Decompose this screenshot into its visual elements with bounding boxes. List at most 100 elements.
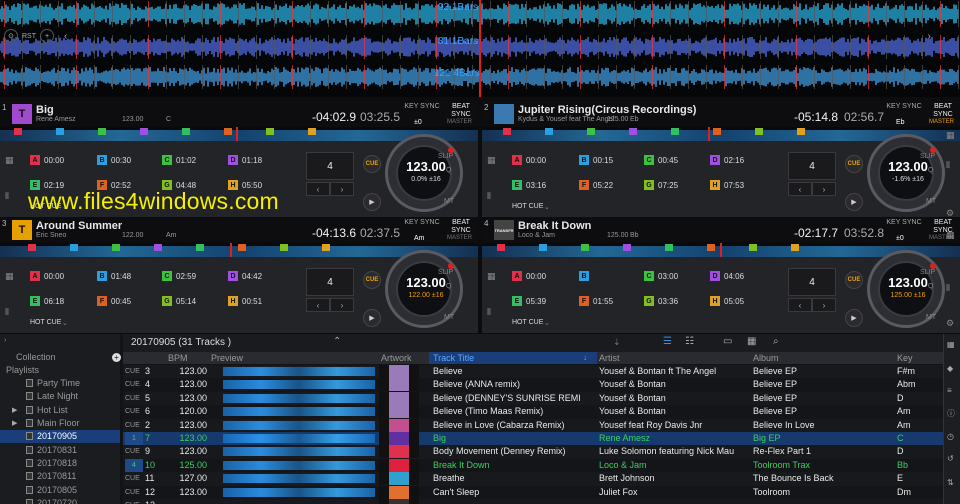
track-preview-waveform[interactable]: [223, 407, 375, 417]
bars-icon[interactable]: ⦀: [487, 307, 491, 318]
master-button[interactable]: MASTER: [929, 119, 954, 125]
beat-jump-buttons[interactable]: ‹ ›: [788, 298, 836, 312]
jump-back-icon[interactable]: ‹: [306, 182, 330, 196]
hot-cue-pad-a[interactable]: A 00:00: [512, 269, 576, 283]
hot-cue-pad-d[interactable]: D 04:06: [710, 269, 774, 283]
download-icon[interactable]: ⇣: [613, 337, 621, 348]
grid-icon[interactable]: ▦: [5, 155, 14, 166]
zoom-icon[interactable]: ⊙: [4, 29, 18, 43]
beat-jump-size[interactable]: 4: [306, 152, 354, 180]
table-row[interactable]: CUE 12 123.00 Can't Sleep Juliet Fox Too…: [123, 485, 943, 499]
cue-button[interactable]: CUE: [845, 271, 863, 289]
quantize-button[interactable]: Q: [928, 283, 933, 290]
col-bpm[interactable]: BPM: [168, 352, 188, 364]
slip-button[interactable]: SLIP: [920, 153, 935, 160]
hot-cue-pad-h[interactable]: H 00:51: [228, 294, 292, 308]
waveform-display[interactable]: 93.1Bars 81.1Bars 121.4Bars ⊙ RST + ‹ › …: [0, 0, 960, 97]
slip-button[interactable]: SLIP: [438, 153, 453, 160]
beat-sync-button[interactable]: BEAT SYNC: [929, 103, 957, 119]
tree-item-hot-list[interactable]: ▶ Hot List: [0, 403, 120, 416]
panel-view-icon[interactable]: ▭: [723, 336, 732, 347]
chevron-left-icon[interactable]: ‹: [64, 31, 67, 42]
chevron-down-icon[interactable]: ⌄: [62, 319, 68, 327]
chevron-down-icon[interactable]: ⌄: [544, 319, 550, 327]
info-icon[interactable]: ⓘ: [947, 408, 955, 419]
table-row[interactable]: CUE 4 123.00 Believe (ANNA remix) Yousef…: [123, 378, 943, 392]
list-icon[interactable]: ≡: [947, 386, 952, 395]
hot-cue-pad-e[interactable]: E 06:18: [30, 294, 94, 308]
chevron-down-icon[interactable]: ⌄: [544, 203, 550, 211]
zoom-in-icon[interactable]: +: [40, 29, 54, 43]
track-preview-waveform[interactable]: [223, 393, 375, 403]
search-icon[interactable]: ⌕: [773, 336, 779, 347]
key-sync-button[interactable]: KEY SYNC: [404, 219, 440, 227]
bars-icon[interactable]: ⦀: [5, 191, 9, 202]
tree-item-main-floor[interactable]: ▶ Main Floor: [0, 417, 120, 430]
master-tempo-button[interactable]: MT: [926, 314, 936, 321]
hot-cue-pad-b[interactable]: B 00:30: [97, 153, 161, 167]
hot-cue-pad-b[interactable]: B 01:48: [97, 269, 161, 283]
grid-icon[interactable]: ▦: [487, 155, 496, 166]
grid-icon[interactable]: ▦: [487, 271, 496, 282]
master-tempo-button[interactable]: MT: [444, 314, 454, 321]
hot-cue-pad-d[interactable]: D 02:16: [710, 153, 774, 167]
hot-cue-pad-a[interactable]: A 00:00: [30, 153, 94, 167]
hot-cue-pad-d[interactable]: D 04:42: [228, 269, 292, 283]
beat-jump-buttons[interactable]: ‹ ›: [788, 182, 836, 196]
grid-icon[interactable]: ▦: [946, 130, 955, 141]
hot-cue-mode[interactable]: HOT CUE: [512, 203, 543, 210]
beat-jump-buttons[interactable]: ‹ ›: [306, 298, 354, 312]
bars-icon[interactable]: ⦀: [946, 283, 950, 294]
hot-cue-pad-b[interactable]: B: [579, 269, 643, 283]
tree-item-20170720[interactable]: 20170720: [0, 496, 120, 504]
tree-item-20170805[interactable]: 20170805: [0, 483, 120, 496]
hot-cue-pad-a[interactable]: A 00:00: [512, 153, 576, 167]
key-sync-button[interactable]: KEY SYNC: [886, 103, 922, 111]
hot-cue-pad-a[interactable]: A 00:00: [30, 269, 94, 283]
hot-cue-pad-f[interactable]: F 01:55: [579, 294, 643, 308]
col-album[interactable]: Album: [753, 352, 779, 364]
track-preview-waveform[interactable]: [223, 460, 375, 470]
bars-icon[interactable]: ⦀: [946, 160, 950, 171]
hot-cue-pad-g[interactable]: G 07:25: [644, 178, 708, 192]
table-row[interactable]: CUE 11 127.00 Breathe Brett Johnson The …: [123, 472, 943, 486]
table-row[interactable]: CUE 13: [123, 499, 943, 504]
key-sync-button[interactable]: KEY SYNC: [886, 219, 922, 227]
tree-item-party-time[interactable]: Party Time: [0, 377, 120, 390]
master-button[interactable]: MASTER: [447, 119, 472, 125]
bars-icon[interactable]: ⦀: [5, 307, 9, 318]
hot-cue-pad-c[interactable]: C 02:59: [162, 269, 226, 283]
table-row[interactable]: 4 10 125.00 Break It Down Loco & Jam Too…: [123, 458, 943, 473]
play-button[interactable]: ▶: [363, 193, 381, 211]
hot-cue-pad-b[interactable]: B 00:15: [579, 153, 643, 167]
table-row[interactable]: CUE 9 123.00 Body Movement (Denney Remix…: [123, 445, 943, 459]
chevron-updown-icon[interactable]: ⌃: [333, 336, 341, 347]
table-row[interactable]: CUE 5 123.00 Believe (DENNEY'S SUNRISE R…: [123, 391, 943, 406]
hot-cue-pad-c[interactable]: C 00:45: [644, 153, 708, 167]
bars-icon[interactable]: ⦀: [487, 191, 491, 202]
col-key[interactable]: Key: [897, 352, 913, 364]
hot-cue-mode[interactable]: HOT CUE: [512, 319, 543, 326]
jump-back-icon[interactable]: ‹: [788, 298, 812, 312]
slip-button[interactable]: SLIP: [920, 269, 935, 276]
hot-cue-pad-c[interactable]: C 01:02: [162, 153, 226, 167]
hot-cue-pad-h[interactable]: H 05:05: [710, 294, 774, 308]
hot-cue-pad-g[interactable]: G 05:14: [162, 294, 226, 308]
list-view-icon[interactable]: ☰: [663, 336, 672, 347]
beat-sync-button[interactable]: BEAT SYNC: [447, 219, 475, 235]
col-track-title[interactable]: Track Title: [429, 352, 597, 364]
expand-right-icon[interactable]: ▶: [12, 406, 17, 414]
tree-item-playlists[interactable]: ▼Playlists: [0, 363, 120, 376]
tag-icon[interactable]: ◆: [947, 364, 953, 373]
jump-forward-icon[interactable]: ›: [330, 182, 354, 196]
track-preview-waveform[interactable]: [223, 367, 375, 376]
track-preview-waveform[interactable]: [223, 420, 375, 430]
track-preview-waveform[interactable]: [223, 434, 375, 443]
jump-forward-icon[interactable]: ›: [812, 298, 836, 312]
cue-button[interactable]: CUE: [363, 155, 381, 173]
master-button[interactable]: MASTER: [447, 235, 472, 241]
beat-sync-button[interactable]: BEAT SYNC: [447, 103, 475, 119]
reset-button[interactable]: RST: [22, 33, 36, 40]
cue-button[interactable]: CUE: [845, 155, 863, 173]
play-button[interactable]: ▶: [845, 193, 863, 211]
